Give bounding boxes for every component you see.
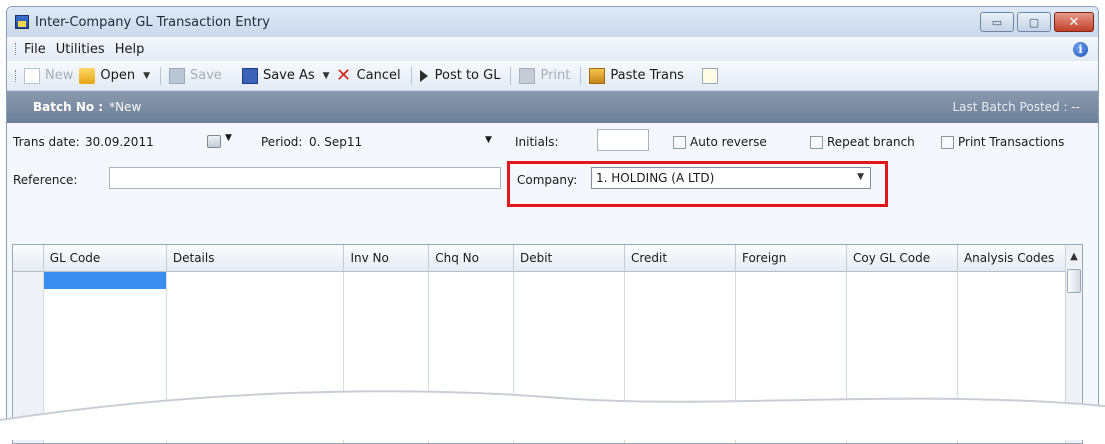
document-button[interactable] <box>690 67 723 84</box>
folder-icon <box>79 67 96 84</box>
post-to-gl-label: Post to GL <box>434 68 501 83</box>
save-label: Save <box>190 68 222 83</box>
scroll-thumb[interactable] <box>1067 269 1081 293</box>
batch-no-value: *New <box>109 100 142 114</box>
transaction-form: Trans date: 30.09.2011 ▼ Period: 0. Sep1… <box>7 123 1098 207</box>
cancel-label: Cancel <box>356 68 401 83</box>
row-header-corner <box>13 245 44 272</box>
calendar-icon[interactable] <box>207 135 221 148</box>
period-dropdown-arrow[interactable]: ▼ <box>485 135 492 145</box>
save-as-label: Save As <box>262 68 315 83</box>
auto-reverse-label: Auto reverse <box>690 135 767 149</box>
window-title: Inter-Company GL Transaction Entry <box>35 14 270 30</box>
new-document-icon <box>24 67 40 84</box>
save-as-disk-icon <box>241 67 258 84</box>
print-transactions-label: Print Transactions <box>958 135 1065 149</box>
col-coy-gl-code[interactable]: Coy GL Code <box>846 245 958 272</box>
batch-no-label: Batch No : <box>33 100 104 114</box>
post-to-gl-button[interactable]: Post to GL <box>419 68 501 83</box>
paste-trans-label: Paste Trans <box>610 68 684 83</box>
col-debit[interactable]: Debit <box>513 245 625 272</box>
toolbar-separator <box>410 66 412 85</box>
paste-trans-button[interactable]: Paste Trans <box>589 67 684 84</box>
clipboard-paste-icon <box>589 67 606 84</box>
play-arrow-icon <box>419 69 428 82</box>
document-icon <box>701 67 718 84</box>
toolbar-separator <box>510 66 512 85</box>
torn-edge-decoration <box>0 390 1105 440</box>
col-gl-code[interactable]: GL Code <box>43 245 167 272</box>
close-button[interactable]: ✕ <box>1054 12 1094 32</box>
title-bar: Inter-Company GL Transaction Entry ▭ ▢ ✕ <box>7 7 1098 37</box>
repeat-branch-checkbox[interactable]: Repeat branch <box>810 135 915 149</box>
period-value[interactable]: 0. Sep11 <box>309 135 362 149</box>
company-highlight-box <box>507 161 888 207</box>
col-credit[interactable]: Credit <box>624 245 736 272</box>
maximize-button[interactable]: ▢ <box>1017 12 1051 32</box>
col-chq-no[interactable]: Chq No <box>428 245 514 272</box>
checkbox-box <box>673 135 686 149</box>
save-as-dropdown-arrow[interactable]: ▼ <box>323 71 330 81</box>
col-details[interactable]: Details <box>166 245 345 272</box>
new-label: New <box>45 68 74 83</box>
scroll-up-arrow[interactable]: ▲ <box>1066 245 1082 269</box>
reference-field[interactable] <box>109 167 501 189</box>
checkbox-box <box>810 135 823 149</box>
menu-help[interactable]: Help <box>115 42 145 57</box>
initials-label: Initials: <box>515 135 559 149</box>
toolbar-grip-icon <box>15 69 18 82</box>
menu-file[interactable]: File <box>24 42 46 57</box>
col-analysis-codes[interactable]: Analysis Codes <box>957 245 1068 272</box>
menu-bar: File Utilities Help i <box>7 37 1098 61</box>
batch-bar: Batch No : *New Last Batch Posted : -- <box>7 91 1098 123</box>
checkbox-box <box>941 135 954 149</box>
toolbar-separator <box>160 66 162 85</box>
save-button[interactable]: Save <box>169 67 222 84</box>
save-disk-icon <box>169 67 186 84</box>
save-as-button[interactable]: Save As <box>241 67 315 84</box>
calendar-dropdown-arrow[interactable]: ▼ <box>225 133 232 143</box>
menu-utilities[interactable]: Utilities <box>56 42 105 57</box>
print-button[interactable]: Print <box>519 67 571 84</box>
cancel-button[interactable]: ✕ Cancel <box>336 64 401 86</box>
repeat-branch-label: Repeat branch <box>827 135 915 149</box>
initials-field[interactable] <box>597 129 649 151</box>
reference-label: Reference: <box>13 173 78 187</box>
info-icon[interactable]: i <box>1073 41 1088 57</box>
toolbar-separator <box>580 66 582 85</box>
printer-icon <box>519 67 536 84</box>
trans-date-label: Trans date: <box>13 135 80 149</box>
minimize-button[interactable]: ▭ <box>980 12 1014 32</box>
print-transactions-checkbox[interactable]: Print Transactions <box>941 135 1064 149</box>
open-button[interactable]: Open <box>79 67 136 84</box>
menu-grip-icon <box>15 43 18 55</box>
auto-reverse-checkbox[interactable]: Auto reverse <box>673 135 767 149</box>
selected-cell[interactable] <box>43 271 166 289</box>
print-label: Print <box>540 68 571 83</box>
app-icon <box>15 15 29 29</box>
new-button[interactable]: New <box>24 67 74 84</box>
period-label: Period: <box>261 135 303 149</box>
toolbar: New Open ▼ Save Save As ▼ ✕ Cancel Post … <box>7 61 1098 91</box>
cancel-x-icon: ✕ <box>336 64 352 86</box>
col-inv-no[interactable]: Inv No <box>343 245 430 272</box>
trans-date-value[interactable]: 30.09.2011 <box>85 135 154 149</box>
col-foreign[interactable]: Foreign <box>735 245 847 272</box>
last-batch-posted: Last Batch Posted : -- <box>952 100 1080 114</box>
open-dropdown-arrow[interactable]: ▼ <box>143 71 150 81</box>
open-label: Open <box>100 68 136 83</box>
window-controls: ▭ ▢ ✕ <box>980 12 1094 32</box>
